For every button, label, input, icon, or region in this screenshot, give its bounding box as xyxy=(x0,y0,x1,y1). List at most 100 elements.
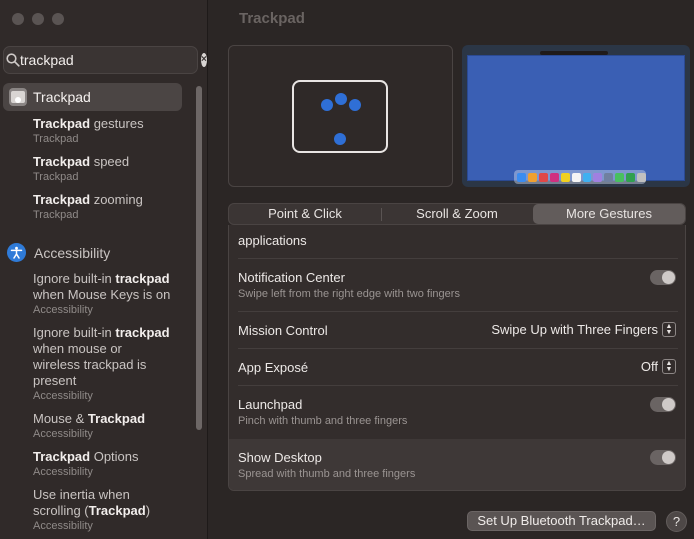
desktop-screen xyxy=(467,55,685,184)
dock-app-icon xyxy=(517,172,526,182)
sidebar-item-trackpad[interactable]: Trackpad xyxy=(3,83,182,111)
window-title: Trackpad xyxy=(239,10,305,27)
dock-illustration xyxy=(514,170,647,184)
notification-center-toggle[interactable] xyxy=(650,270,676,285)
result-match: trackpad xyxy=(115,325,170,340)
row-label: Show Desktop xyxy=(238,450,322,465)
dock-app-icon xyxy=(527,172,537,182)
result-title: Mouse & xyxy=(33,411,88,426)
minimize-window-button[interactable] xyxy=(32,13,44,25)
finger-dot xyxy=(321,99,333,111)
result-match: Trackpad xyxy=(33,449,91,464)
search-result-ignore-trackpad-mouse-keys[interactable]: Ignore built-in trackpad when Mouse Keys… xyxy=(33,271,170,317)
result-title: present xyxy=(33,373,77,388)
result-match: Trackpad xyxy=(33,116,91,131)
search-input[interactable] xyxy=(20,47,201,73)
result-title: when mouse or xyxy=(33,341,122,356)
clear-search-icon[interactable]: × xyxy=(201,53,207,67)
mission-control-popup[interactable]: Swipe Up with Three Fingers ▲ ▼ xyxy=(491,322,676,337)
row-divider xyxy=(238,348,678,349)
dock-app-icon xyxy=(538,172,548,182)
row-divider xyxy=(238,311,678,312)
dock-app-icon xyxy=(615,172,625,182)
search-result-trackpad-options[interactable]: Trackpad Options Accessibility xyxy=(33,449,139,479)
result-title: gestures xyxy=(90,116,144,131)
close-window-button[interactable] xyxy=(12,13,24,25)
search-result-trackpad-speed[interactable]: Trackpad speed Trackpad xyxy=(33,154,129,184)
row-label: App Exposé xyxy=(238,360,309,375)
tab-scroll-zoom[interactable]: Scroll & Zoom xyxy=(381,204,533,224)
set-up-bluetooth-trackpad-button[interactable]: Set Up Bluetooth Trackpad… xyxy=(467,511,656,531)
row-description: Swipe left from the right edge with two … xyxy=(238,288,460,300)
camera-notch xyxy=(540,51,608,55)
desktop-preview xyxy=(462,45,690,187)
result-subtitle: Accessibility xyxy=(33,428,93,440)
up-down-chevron-icon: ▲ ▼ xyxy=(662,322,676,337)
dock-app-icon xyxy=(626,172,636,182)
gesture-settings-list: applications Notification Center Swipe l… xyxy=(228,225,686,491)
popup-value: Off xyxy=(640,359,658,374)
sidebar-scrollbar[interactable] xyxy=(196,86,202,430)
up-down-chevron-icon: ▲ ▼ xyxy=(662,359,676,374)
result-match: Trackpad xyxy=(87,411,146,426)
row-divider xyxy=(238,258,678,259)
sidebar-item-accessibility[interactable]: Accessibility xyxy=(7,243,110,262)
result-subtitle: Accessibility xyxy=(33,466,93,478)
search-result-ignore-trackpad-wireless[interactable]: Ignore built-in trackpad when mouse or w… xyxy=(33,325,170,403)
result-title: Ignore built-in xyxy=(33,271,116,286)
row-label: Mission Control xyxy=(238,323,328,338)
tab-more-gestures[interactable]: More Gestures xyxy=(533,204,685,224)
search-result-mouse-trackpad[interactable]: Mouse & Trackpad Accessibility xyxy=(33,411,145,441)
dock-app-icon xyxy=(560,172,570,182)
help-button[interactable]: ? xyxy=(666,511,687,532)
row-label: Notification Center xyxy=(238,270,345,285)
result-title: Ignore built-in xyxy=(33,325,116,340)
result-match: Trackpad xyxy=(33,192,91,207)
show-desktop-toggle[interactable] xyxy=(650,450,676,465)
finger-dot xyxy=(335,93,347,105)
tab-point-click[interactable]: Point & Click xyxy=(229,204,381,224)
sidebar-item-label: Accessibility xyxy=(34,244,111,261)
dock-app-icon xyxy=(604,172,614,182)
result-title: when Mouse Keys is on xyxy=(33,287,171,302)
result-subtitle: Accessibility xyxy=(33,304,93,316)
window-controls xyxy=(12,13,64,25)
app-expose-popup[interactable]: Off ▲ ▼ xyxy=(641,359,676,374)
result-match: Trackpad xyxy=(33,154,91,169)
gesture-animation-preview xyxy=(228,45,453,187)
gesture-tabs: Point & Click Scroll & Zoom More Gesture… xyxy=(228,203,686,225)
launchpad-toggle[interactable] xyxy=(650,397,676,412)
row-divider xyxy=(238,385,678,386)
dock-app-icon xyxy=(571,172,581,182)
sidebar: × Trackpad Trackpad gestures Trackpad Tr… xyxy=(0,0,208,539)
thumb-dot xyxy=(334,133,346,145)
search-result-trackpad-gestures[interactable]: Trackpad gestures Trackpad xyxy=(33,116,144,146)
result-match: Trackpad xyxy=(88,503,146,518)
result-title: ) xyxy=(145,503,151,518)
popup-value: Swipe Up with Three Fingers xyxy=(491,322,658,337)
result-title: scrolling ( xyxy=(33,503,89,518)
result-title: wireless trackpad is xyxy=(33,357,147,372)
search-icon xyxy=(6,47,20,73)
search-result-trackpad-zooming[interactable]: Trackpad zooming Trackpad xyxy=(33,192,143,222)
result-title: speed xyxy=(90,154,130,169)
search-result-inertia-scrolling[interactable]: Use inertia when scrolling (Trackpad) Ac… xyxy=(33,487,150,533)
result-subtitle: Trackpad xyxy=(33,133,79,145)
row-label: applications xyxy=(238,233,307,248)
search-field[interactable]: × xyxy=(3,46,207,74)
dock-app-icon xyxy=(593,172,603,182)
result-subtitle: Trackpad xyxy=(33,171,79,183)
dock-app-icon xyxy=(582,172,592,182)
result-title: Options xyxy=(90,449,139,464)
dock-app-icon xyxy=(549,172,559,182)
result-subtitle: Trackpad xyxy=(33,209,79,221)
row-description: Spread with thumb and three fingers xyxy=(238,468,416,480)
zoom-window-button[interactable] xyxy=(52,13,64,25)
row-description: Pinch with thumb and three fingers xyxy=(238,415,408,427)
result-title: Use inertia when xyxy=(33,487,130,502)
row-label: Launchpad xyxy=(238,397,303,412)
result-subtitle: Accessibility xyxy=(33,390,93,402)
result-subtitle: Accessibility xyxy=(33,520,93,532)
trackpad-icon xyxy=(9,88,27,106)
dock-app-icon xyxy=(637,172,647,182)
